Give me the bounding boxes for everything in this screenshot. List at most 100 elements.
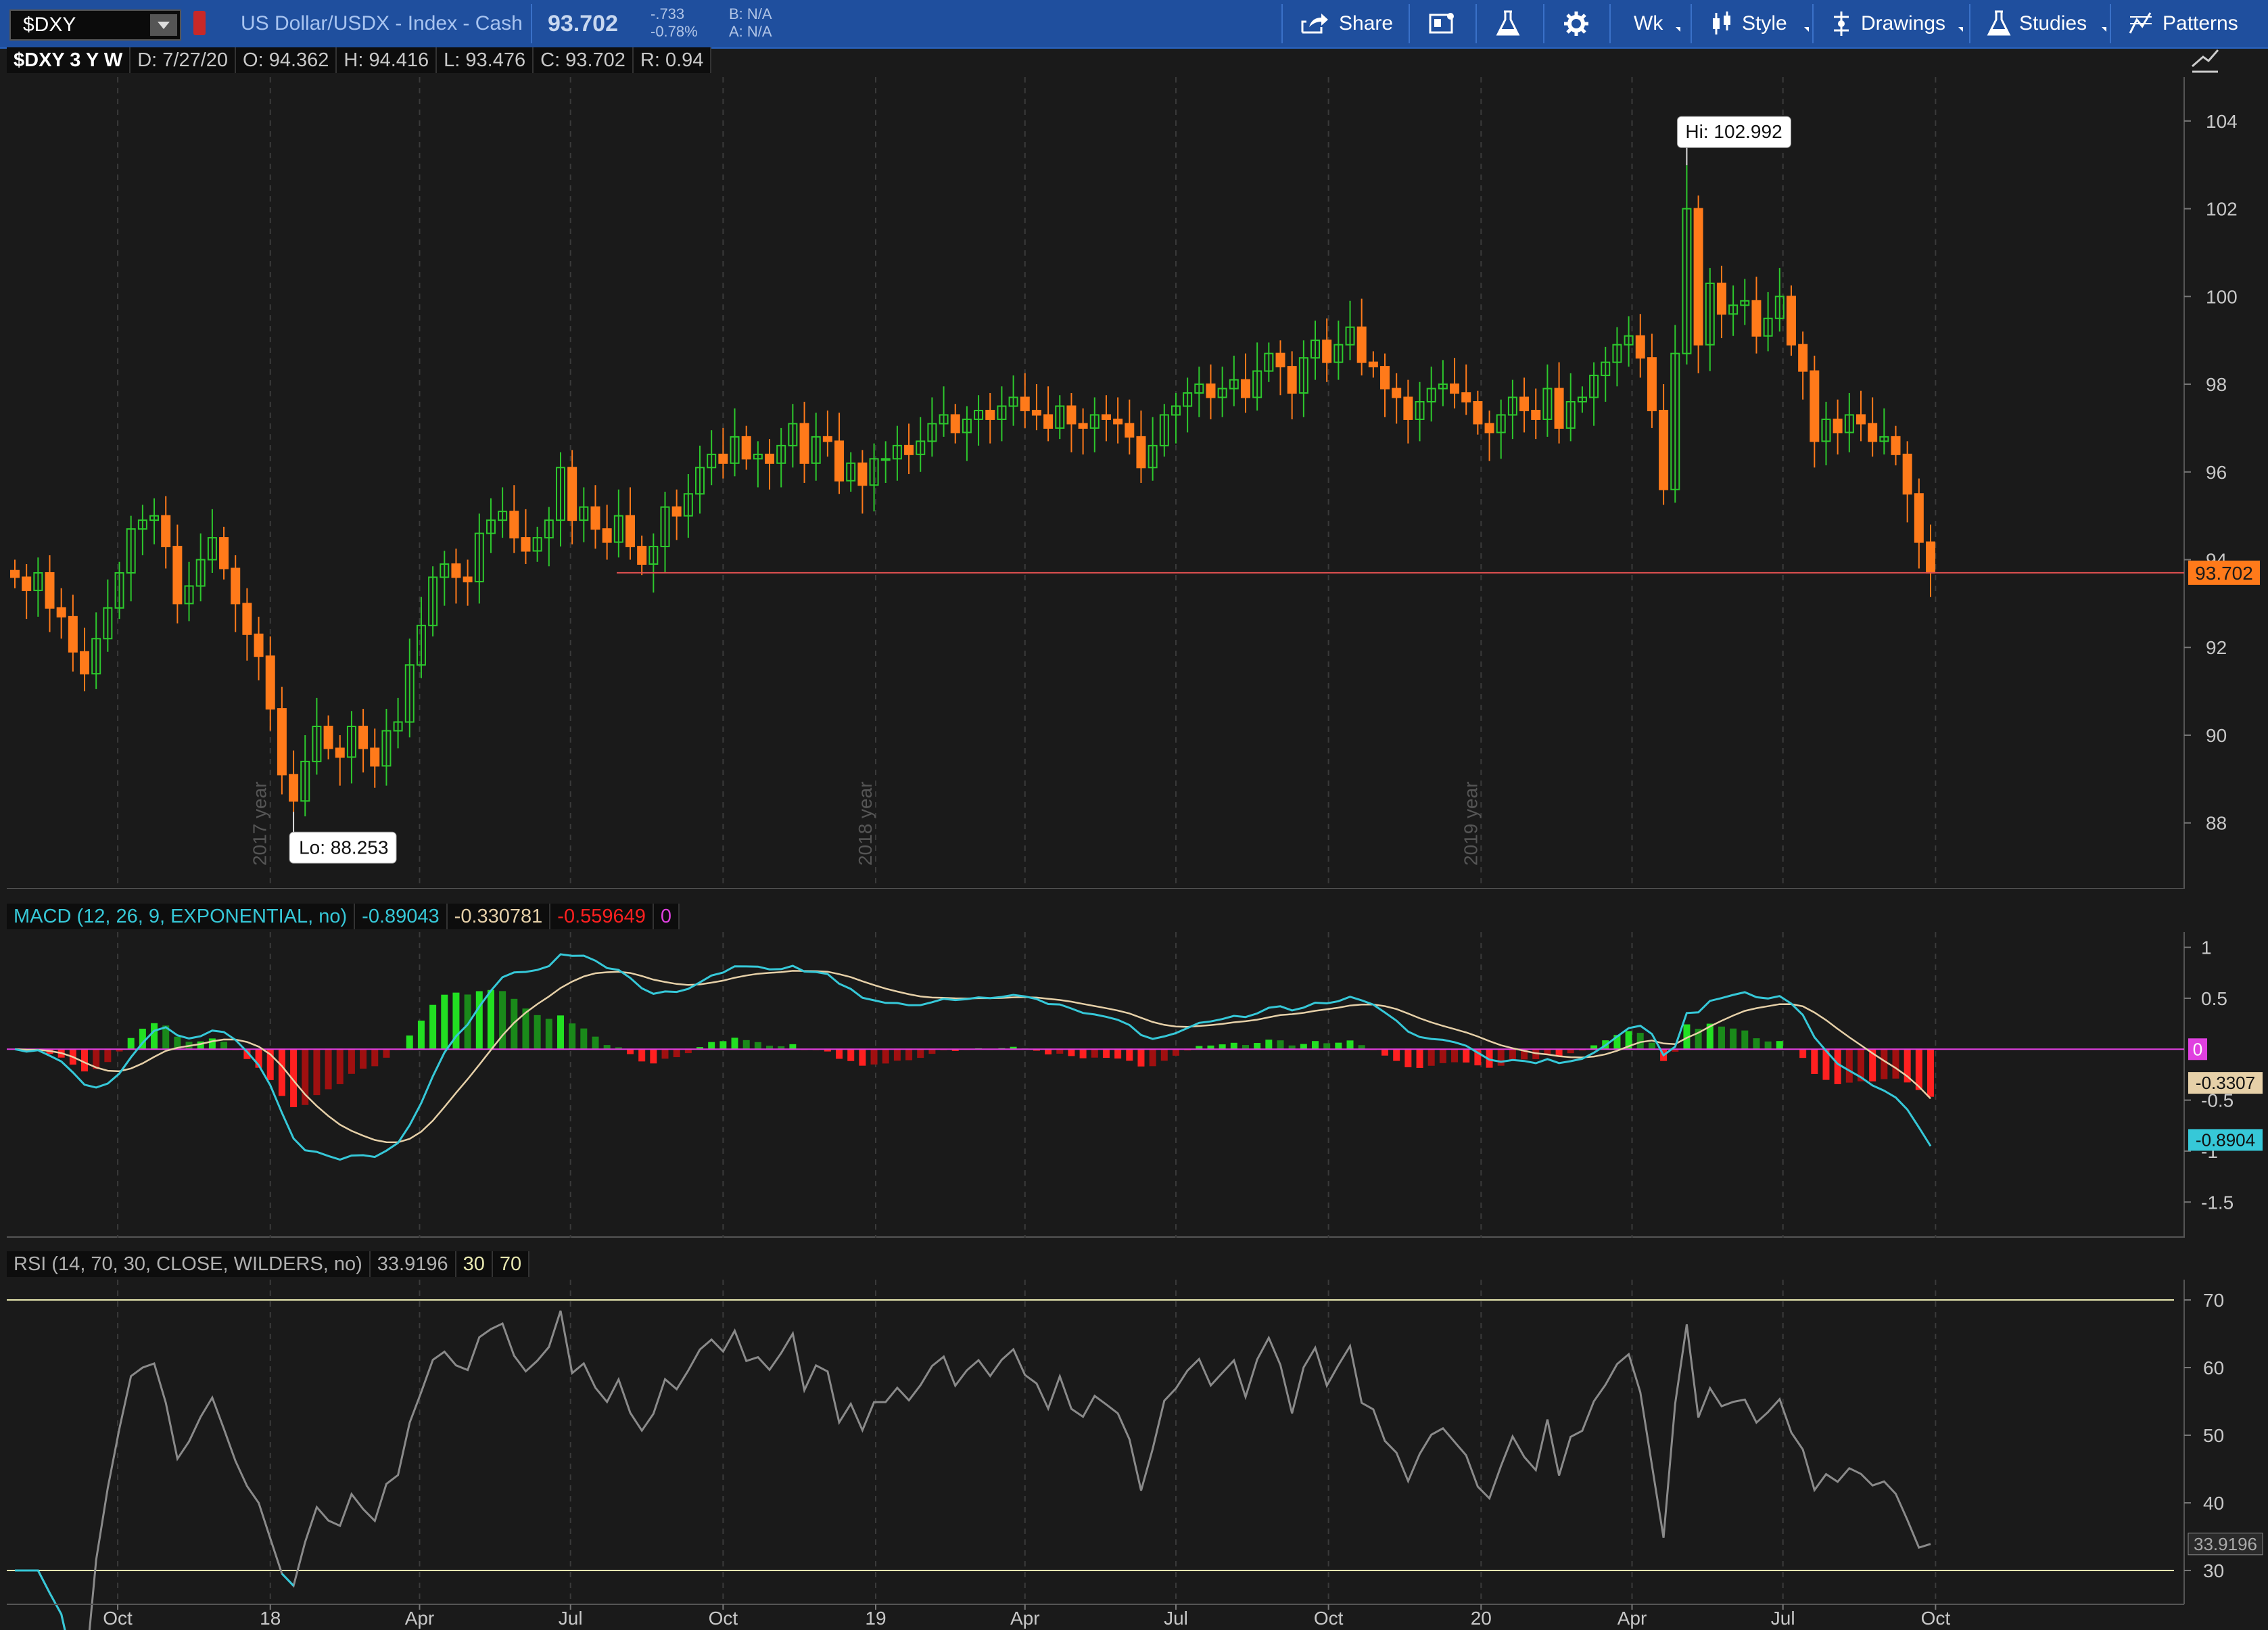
candle-body xyxy=(335,747,345,758)
low-label: Lo: 88.253 xyxy=(299,837,388,858)
candle-body xyxy=(857,462,868,486)
candle-body xyxy=(323,726,333,749)
rsi-chart[interactable]: 70 60 50 40 30 33.9196 Oct 18 Apr Jul Oct 19 Apr Ju… xyxy=(0,1280,2268,1630)
last-price: 93.702 xyxy=(548,10,618,37)
candle-body xyxy=(56,607,66,618)
rsi-value-badge: 33.9196 xyxy=(2188,1533,2263,1556)
macd-hist-bar xyxy=(534,1015,541,1050)
price-tick-label: 102 xyxy=(2206,199,2238,220)
toolbar-divider xyxy=(2110,4,2111,43)
price-chart[interactable]: 2017 year 2018 year 2019 year 104 102 100 98 9… xyxy=(0,77,2268,889)
macd-hist-bar xyxy=(917,1049,924,1058)
rsi-value-badge-text: 33.9196 xyxy=(2194,1534,2257,1554)
candle-body xyxy=(1380,366,1390,390)
candle-body xyxy=(1125,423,1135,438)
flask-button[interactable] xyxy=(1496,0,1520,47)
candle-body xyxy=(1647,357,1657,411)
x-axis-label: Apr xyxy=(405,1608,435,1629)
drawing-tool-icon[interactable] xyxy=(2188,45,2222,78)
corner-arrow-icon xyxy=(1804,27,1809,32)
candle-body xyxy=(1322,340,1332,363)
interval-selector[interactable]: Wk xyxy=(1634,0,1680,47)
x-axis-label: Oct xyxy=(709,1608,738,1629)
macd-study-label[interactable]: MACD (12, 26, 9, EXPONENTIAL, no) xyxy=(7,904,356,929)
candle-body xyxy=(1659,409,1669,490)
macd-hist-bar xyxy=(1811,1049,1818,1074)
candle-body xyxy=(161,515,171,548)
price-tick-label: 104 xyxy=(2206,111,2238,132)
candle-body xyxy=(1484,423,1494,434)
chart-title: $DXY 3 Y W xyxy=(7,47,131,73)
rsi-header: RSI (14, 70, 30, CLOSE, WILDERS, no) 33.… xyxy=(7,1251,530,1277)
macd-hist-bar xyxy=(592,1036,599,1050)
settings-button[interactable] xyxy=(1563,0,1589,47)
rsi-study-label[interactable]: RSI (14, 70, 30, CLOSE, WILDERS, no) xyxy=(7,1251,371,1277)
macd-hist-bar xyxy=(1149,1049,1156,1067)
macd-hist-bar xyxy=(731,1038,738,1050)
toolbar-divider xyxy=(1475,4,1477,43)
macd-value-badge-text: -0.8904 xyxy=(2196,1130,2255,1150)
alert-flag-icon[interactable] xyxy=(193,11,206,35)
candle-body xyxy=(451,563,461,578)
candle-body xyxy=(80,651,90,675)
candle-body xyxy=(277,708,287,776)
macd-hist-bar xyxy=(1764,1041,1772,1050)
macd-hist-bar xyxy=(1927,1049,1934,1097)
candle-body xyxy=(718,453,728,464)
candle-body xyxy=(10,569,20,578)
candle-body xyxy=(1101,414,1111,420)
macd-hist-bar xyxy=(673,1049,680,1058)
x-axis-label: Oct xyxy=(1921,1608,1951,1629)
candle-body xyxy=(1926,541,1935,574)
notebook-icon xyxy=(1429,13,1454,34)
macd-hist-bar xyxy=(487,989,494,1050)
toolbar: $DXY US Dollar/USDX - Index - Cash 93.70… xyxy=(0,0,2268,49)
candle-body xyxy=(985,409,995,420)
toolbar-divider xyxy=(1969,4,1970,43)
drawings-menu[interactable]: Drawings xyxy=(1830,0,1963,47)
ohlc-date: D: 7/27/20 xyxy=(131,47,237,73)
candle-body xyxy=(1368,361,1378,368)
macd-hist-bar xyxy=(1451,1049,1459,1063)
price-tick-label: 100 xyxy=(2206,286,2238,307)
macd-hist-bar xyxy=(1219,1044,1226,1050)
macd-hist-bar xyxy=(882,1049,889,1064)
candle-body xyxy=(509,511,519,539)
corner-arrow-icon xyxy=(1958,27,1963,32)
candle-body xyxy=(590,506,600,530)
macd-hist-bar xyxy=(81,1049,89,1072)
year-label: 2017 year xyxy=(250,781,270,866)
candle-body xyxy=(1461,392,1471,403)
candle-body xyxy=(1206,383,1216,398)
macd-hist-bar xyxy=(1091,1049,1098,1058)
rsi-oversold: 30 xyxy=(456,1251,493,1277)
candle-body xyxy=(822,436,832,442)
symbol-input[interactable]: $DXY xyxy=(9,9,181,41)
macd-chart[interactable]: 10.5-0.5-1-1.5 0 -0.3307 -0.8904 xyxy=(0,932,2268,1238)
patterns-label: Patterns xyxy=(2163,12,2238,34)
macd-hist-bar xyxy=(1799,1049,1807,1058)
style-menu[interactable]: Style xyxy=(1709,0,1809,47)
rsi-overbought: 70 xyxy=(492,1251,530,1277)
ohlc-close: C: 93.702 xyxy=(534,47,634,73)
macd-hist-bar xyxy=(557,1015,564,1050)
candle-body xyxy=(254,633,264,657)
symbol-dropdown-button[interactable] xyxy=(150,14,177,36)
share-icon xyxy=(1301,14,1328,34)
studies-menu[interactable]: Studies xyxy=(1987,0,2106,47)
candle-body xyxy=(602,528,612,543)
candle-body xyxy=(1635,335,1645,359)
candle-body xyxy=(242,603,252,635)
patterns-icon xyxy=(2129,12,2152,34)
x-axis-label: Jul xyxy=(1164,1608,1188,1629)
candle-body xyxy=(1275,352,1285,368)
macd-hist-bar xyxy=(1463,1049,1470,1063)
notebook-button[interactable] xyxy=(1429,0,1456,47)
rsi-tick-label: 60 xyxy=(2203,1357,2224,1378)
patterns-menu[interactable]: Patterns xyxy=(2127,0,2238,47)
candle-body xyxy=(1287,366,1297,394)
share-button[interactable]: Share xyxy=(1300,0,1393,47)
macd-hist-bar xyxy=(545,1019,552,1050)
rsi-tick-label: 50 xyxy=(2203,1425,2224,1446)
macd-hist-bar xyxy=(325,1049,332,1090)
